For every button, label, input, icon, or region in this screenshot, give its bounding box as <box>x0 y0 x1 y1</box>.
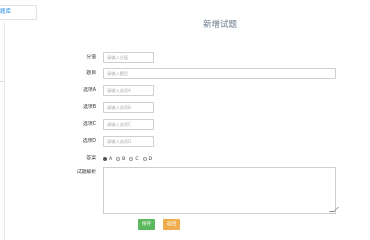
option-d-input[interactable]: 请输入选项D <box>103 136 154 147</box>
option-a-row: 选项A 请输入选项A <box>0 85 370 97</box>
page-title: 新增试题 <box>202 20 237 30</box>
analysis-textarea[interactable] <box>103 167 339 214</box>
option-c-placeholder: 请输入选项C <box>107 122 131 127</box>
answer-radio-a[interactable]: A <box>103 157 112 162</box>
answer-radio-c[interactable]: C <box>129 156 139 162</box>
resize-grip-icon[interactable] <box>329 207 339 212</box>
option-a-placeholder: 请输入选项A <box>107 88 131 93</box>
score-label: 分值 <box>86 55 96 60</box>
option-b-placeholder: 请输入选项B <box>107 105 131 110</box>
option-c-row: 选项C 请输入选项C <box>0 119 370 131</box>
score-row: 分值 请输入分值 <box>0 52 370 64</box>
option-c-input[interactable]: 请输入选项C <box>103 119 154 130</box>
answer-radio-group: A B C D <box>103 153 156 165</box>
back-button[interactable]: 返回 <box>163 219 180 230</box>
radio-unchecked-icon[interactable] <box>142 157 147 161</box>
radio-unchecked-icon[interactable] <box>116 157 121 161</box>
question-input[interactable]: 请输入题目 <box>103 68 336 79</box>
answer-option-text: A <box>109 156 113 162</box>
tab-bar: 题库 <box>0 5 37 20</box>
score-placeholder: 请输入分值 <box>107 55 128 60</box>
answer-option-text: D <box>148 156 153 162</box>
option-b-label: 选项B <box>83 105 96 110</box>
answer-radio-d[interactable]: D <box>142 156 153 162</box>
save-button[interactable]: 保存 <box>138 219 155 230</box>
question-label: 题目 <box>86 71 96 76</box>
option-d-placeholder: 请输入选项D <box>107 139 132 144</box>
radio-checked-icon[interactable] <box>103 157 107 161</box>
option-d-label: 选项D <box>82 139 96 144</box>
option-a-input[interactable]: 请输入选项A <box>103 85 154 96</box>
tab-question-bank[interactable]: 题库 <box>0 7 11 17</box>
radio-unchecked-icon[interactable] <box>129 157 134 161</box>
score-input[interactable]: 请输入分值 <box>103 52 154 63</box>
question-placeholder: 请输入题目 <box>107 71 128 76</box>
option-d-row: 选项D 请输入选项D <box>0 136 370 148</box>
answer-label: 答案 <box>86 156 96 161</box>
answer-radio-b[interactable]: B <box>116 157 125 162</box>
analysis-row: 试题解析 <box>0 167 370 215</box>
option-b-row: 选项B 请输入选项B <box>0 102 370 114</box>
option-b-input[interactable]: 请输入选项B <box>103 102 154 113</box>
question-row: 题目 请输入题目 <box>0 68 370 80</box>
analysis-label: 试题解析 <box>76 170 96 175</box>
option-c-label: 选项C <box>83 122 96 127</box>
answer-row: 答案 A B C D <box>0 153 370 165</box>
option-a-label: 选项A <box>83 88 96 93</box>
answer-option-text: C <box>135 156 139 162</box>
answer-option-text: B <box>122 156 126 162</box>
